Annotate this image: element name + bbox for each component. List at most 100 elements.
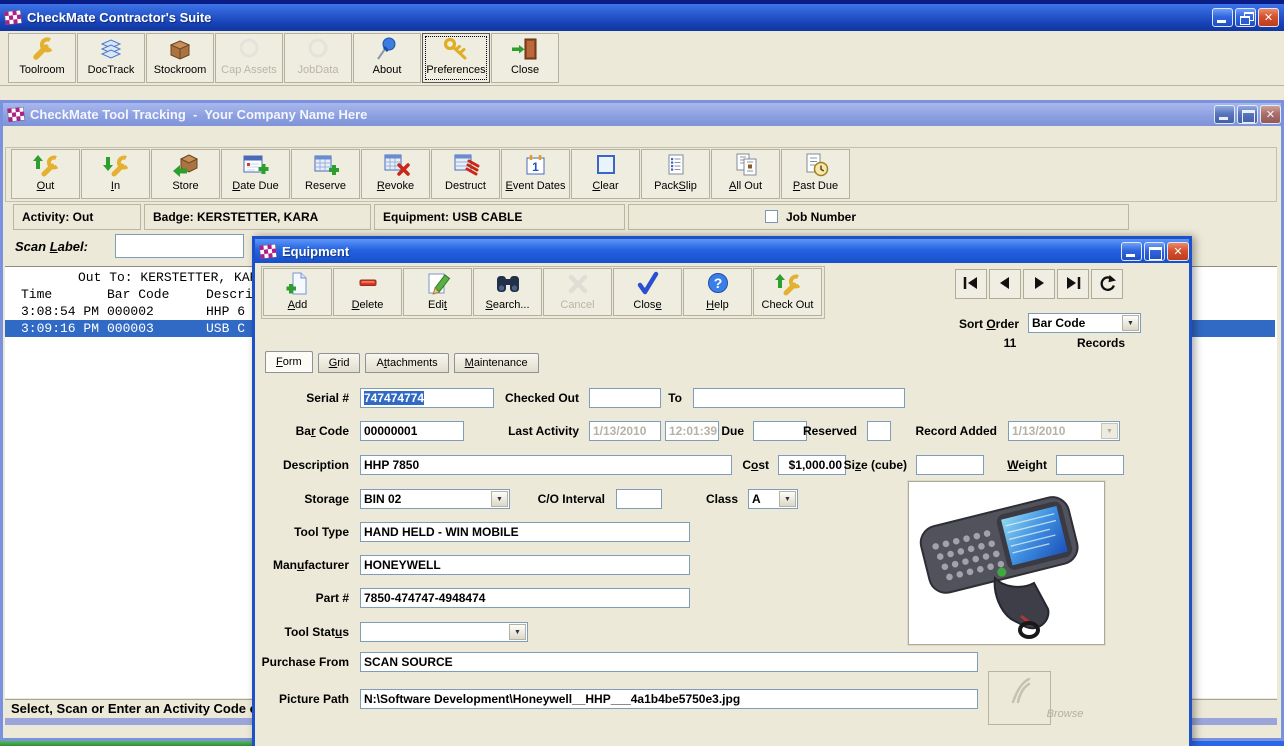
bar-code-input[interactable]: 00000001 bbox=[360, 421, 464, 441]
chevron-down-icon[interactable] bbox=[509, 624, 526, 640]
suite-titlebar[interactable]: CheckMate Contractor's Suite bbox=[0, 4, 1284, 31]
tracking-toolbar-button-clear[interactable]: Clear bbox=[571, 149, 640, 199]
description-input[interactable]: HHP 7850 bbox=[360, 455, 732, 475]
tracking-toolbar-button-store[interactable]: Store bbox=[151, 149, 220, 199]
tracking-toolbar-button-reserve[interactable]: Reserve bbox=[291, 149, 360, 199]
browse-button[interactable]: Browse bbox=[988, 671, 1083, 725]
equipment-toolbar-button-search[interactable]: Search... bbox=[473, 268, 542, 316]
tracking-close-button[interactable] bbox=[1260, 105, 1281, 124]
toolbar-button-icon bbox=[334, 270, 401, 298]
job-number-checkbox[interactable] bbox=[765, 210, 778, 223]
tracking-toolbar-button-date-due[interactable]: Date Due bbox=[221, 149, 290, 199]
tracking-toolbar-button-past-due[interactable]: Past Due bbox=[781, 149, 850, 199]
co-interval-input[interactable] bbox=[616, 489, 662, 509]
toolbar-button-icon bbox=[404, 270, 471, 298]
equipment-toolbar-button-edit[interactable]: Edit bbox=[403, 268, 472, 316]
checkmate-logo-icon bbox=[259, 243, 278, 259]
signature-icon bbox=[1011, 677, 1030, 704]
nav-button-previous[interactable] bbox=[989, 269, 1021, 299]
equipment-toolbar-button-delete[interactable]: Delete bbox=[333, 268, 402, 316]
chevron-down-icon[interactable] bbox=[779, 491, 796, 507]
class-select[interactable]: A bbox=[748, 489, 798, 509]
chevron-down-icon bbox=[1101, 423, 1118, 439]
equipment-close-button[interactable] bbox=[1167, 242, 1189, 261]
reserved-input[interactable] bbox=[867, 421, 891, 441]
toolbar-button-icon bbox=[147, 35, 213, 63]
suite-toolbar: Toolroom DocTrack Stockroom Cap Assets J… bbox=[0, 33, 1284, 84]
suite-toolbar-button-jobdata[interactable]: JobData bbox=[284, 33, 352, 83]
reserved-label: Reserved bbox=[802, 424, 857, 438]
scan-input[interactable] bbox=[115, 234, 244, 258]
tool-status-select[interactable] bbox=[360, 622, 528, 642]
tab-grid[interactable]: Grid bbox=[317, 353, 361, 373]
tool-type-input[interactable]: HAND HELD - WIN MOBILE bbox=[360, 522, 690, 542]
equipment-toolbar-button-close[interactable]: Close bbox=[613, 268, 682, 316]
suite-restore-button[interactable] bbox=[1235, 8, 1256, 27]
suite-toolbar-button-preferences[interactable]: Preferences bbox=[422, 33, 490, 83]
menu-file[interactable] bbox=[9, 135, 27, 139]
menu-custom-views[interactable] bbox=[45, 135, 63, 139]
part-number-input[interactable]: 7850-474747-4948474 bbox=[360, 588, 690, 608]
equipment-toolbar-button-help[interactable]: ? Help bbox=[683, 268, 752, 316]
suite-title: CheckMate Contractor's Suite bbox=[27, 10, 212, 25]
scan-label: Scan Label: bbox=[15, 239, 88, 254]
tracking-toolbar-button-all-out[interactable]: All Out bbox=[711, 149, 780, 199]
equipment-toolbar-button-check-out[interactable]: Check Out bbox=[753, 268, 822, 316]
suite-close-button[interactable] bbox=[1258, 8, 1279, 27]
equipment-titlebar[interactable]: Equipment bbox=[255, 239, 1189, 263]
weight-input[interactable] bbox=[1056, 455, 1124, 475]
suite-minimize-button[interactable] bbox=[1212, 8, 1233, 27]
toolbar-button-icon bbox=[78, 35, 144, 63]
tracking-toolbar-button-out[interactable]: Out bbox=[11, 149, 80, 199]
serial-input[interactable]: 747474774 bbox=[360, 388, 494, 408]
tracking-toolbar-button-packslip[interactable]: PackSlip bbox=[641, 149, 710, 199]
menu-maintenance[interactable] bbox=[27, 135, 45, 139]
tracking-toolbar-button-revoke[interactable]: Revoke bbox=[361, 149, 430, 199]
nav-button-first[interactable] bbox=[955, 269, 987, 299]
chevron-down-icon[interactable] bbox=[491, 491, 508, 507]
manufacturer-input[interactable]: HONEYWELL bbox=[360, 555, 690, 575]
menu-utilities[interactable] bbox=[81, 135, 99, 139]
suite-toolbar-button-toolroom[interactable]: Toolroom bbox=[8, 33, 76, 83]
equipment-maximize-button[interactable] bbox=[1144, 242, 1165, 261]
picture-path-input[interactable]: N:\Software Development\Honeywell__HHP__… bbox=[360, 689, 978, 709]
tab-maintenance[interactable]: Maintenance bbox=[453, 353, 539, 373]
toolbar-button-icon bbox=[782, 151, 849, 179]
menu-help[interactable] bbox=[99, 135, 117, 139]
tracking-minimize-button[interactable] bbox=[1214, 105, 1235, 124]
menu-reports[interactable] bbox=[63, 135, 81, 139]
suite-toolbar-button-close[interactable]: Close bbox=[491, 33, 559, 83]
tracking-titlebar[interactable]: CheckMate Tool Tracking - Your Company N… bbox=[3, 103, 1281, 126]
record-added-label: Record Added bbox=[915, 424, 997, 438]
size-cube-input[interactable] bbox=[916, 455, 984, 475]
sort-order-select[interactable]: Bar Code bbox=[1028, 313, 1141, 333]
equipment-toolbar-button-add[interactable]: Add bbox=[263, 268, 332, 316]
chevron-down-icon[interactable] bbox=[1122, 315, 1139, 331]
purchase-from-input[interactable]: SCAN SOURCE bbox=[360, 652, 978, 672]
checked-out-input[interactable] bbox=[589, 388, 661, 408]
suite-toolbar-button-doctrack[interactable]: DocTrack bbox=[77, 33, 145, 83]
suite-toolbar-button-about[interactable]: About bbox=[353, 33, 421, 83]
sort-order-label: Sort Order bbox=[958, 317, 1019, 331]
equipment-toolbar-button-cancel[interactable]: Cancel bbox=[543, 268, 612, 316]
equipment-minimize-button[interactable] bbox=[1121, 242, 1142, 261]
tab-form[interactable]: Form bbox=[265, 351, 313, 373]
due-input[interactable] bbox=[753, 421, 807, 441]
tracking-toolbar-button-event-dates[interactable]: 1 Event Dates bbox=[501, 149, 570, 199]
svg-text:1: 1 bbox=[532, 160, 539, 174]
manufacturer-label: Manufacturer bbox=[272, 558, 349, 572]
tab-attachments[interactable]: Attachments bbox=[365, 353, 449, 373]
nav-button-next[interactable] bbox=[1023, 269, 1055, 299]
storage-select[interactable]: BIN 02 bbox=[360, 489, 510, 509]
weight-label: Weight bbox=[1007, 458, 1047, 472]
tracking-toolbar-button-destruct[interactable]: Destruct bbox=[431, 149, 500, 199]
cost-input[interactable]: $1,000.00 bbox=[778, 455, 846, 475]
to-input[interactable] bbox=[693, 388, 905, 408]
tracking-toolbar-button-in[interactable]: In bbox=[81, 149, 150, 199]
suite-toolbar-button-cap-assets[interactable]: Cap Assets bbox=[215, 33, 283, 83]
start-button-edge[interactable] bbox=[0, 741, 290, 746]
suite-toolbar-button-stockroom[interactable]: Stockroom bbox=[146, 33, 214, 83]
nav-button-last[interactable] bbox=[1057, 269, 1089, 299]
tracking-maximize-button[interactable] bbox=[1237, 105, 1258, 124]
nav-button-refresh[interactable] bbox=[1091, 269, 1123, 299]
